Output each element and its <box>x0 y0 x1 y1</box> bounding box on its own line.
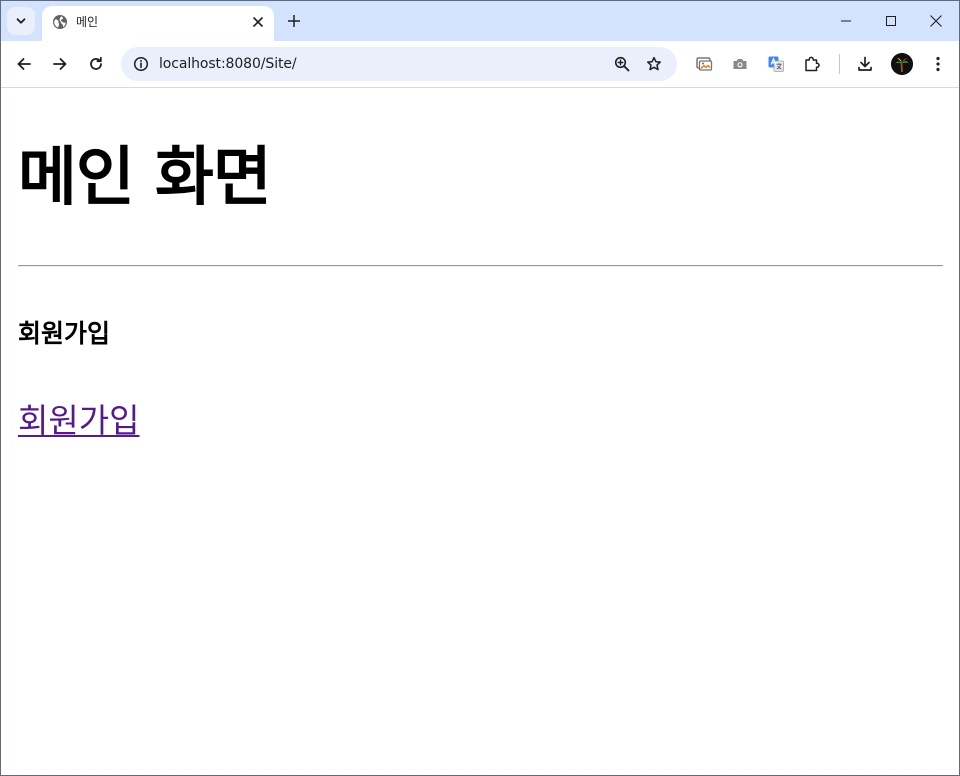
camera-icon <box>731 55 749 73</box>
avatar[interactable] <box>891 53 913 75</box>
minimize-button[interactable] <box>823 7 869 35</box>
bookmark-button[interactable] <box>642 52 666 76</box>
screenshot-extension-button[interactable] <box>726 50 754 78</box>
browser-window: 메인 localhost:8080/Site/ 메인 화면 회원가입 회원가입 <box>0 0 960 776</box>
star-icon <box>646 56 662 72</box>
tab-title: 메인 <box>76 15 99 29</box>
close-icon <box>253 17 263 27</box>
site-info-icon <box>133 56 149 72</box>
tab-strip: 메인 <box>1 1 959 41</box>
site-info-button[interactable] <box>129 52 153 76</box>
extensions-button[interactable] <box>798 50 826 78</box>
kebab-menu-icon <box>936 56 940 72</box>
downloads-button[interactable] <box>851 50 879 78</box>
address-bar[interactable]: localhost:8080/Site/ <box>121 47 677 81</box>
zoom-in-icon <box>614 56 630 72</box>
zoom-button[interactable] <box>610 52 634 76</box>
globe-icon <box>52 14 68 30</box>
back-button[interactable] <box>10 50 38 78</box>
horizontal-rule <box>18 265 943 267</box>
plus-icon <box>288 15 300 27</box>
tab-close-button[interactable] <box>248 12 268 32</box>
signup-link[interactable]: 회원가입 <box>18 401 139 441</box>
browser-toolbar: localhost:8080/Site/ <box>1 41 959 88</box>
url-text[interactable]: localhost:8080/Site/ <box>159 55 297 73</box>
download-icon <box>856 55 874 73</box>
toolbar-separator <box>839 54 840 74</box>
reload-icon <box>88 56 104 72</box>
section-heading: 회원가입 <box>18 319 111 348</box>
minimize-icon <box>841 16 851 26</box>
tab-active[interactable]: 메인 <box>42 6 274 41</box>
gallery-extension-button[interactable] <box>690 50 718 78</box>
maximize-button[interactable] <box>868 7 914 35</box>
translate-icon <box>767 55 785 73</box>
browser-menu-button[interactable] <box>924 50 952 78</box>
close-window-button[interactable] <box>913 7 959 35</box>
page-title: 메인 화면 <box>18 141 272 215</box>
forward-arrow-icon <box>52 56 68 72</box>
new-tab-button[interactable] <box>282 9 306 33</box>
back-arrow-icon <box>16 56 32 72</box>
close-window-icon <box>930 15 942 27</box>
maximize-icon <box>886 16 896 26</box>
tab-search-button[interactable] <box>7 7 35 35</box>
translate-extension-button[interactable] <box>762 50 790 78</box>
forward-button[interactable] <box>46 50 74 78</box>
chevron-down-icon <box>15 15 27 27</box>
reload-button[interactable] <box>82 50 110 78</box>
puzzle-icon <box>803 55 821 73</box>
gallery-extension-icon <box>695 55 713 73</box>
page-content: 메인 화면 회원가입 회원가입 <box>1 88 959 775</box>
